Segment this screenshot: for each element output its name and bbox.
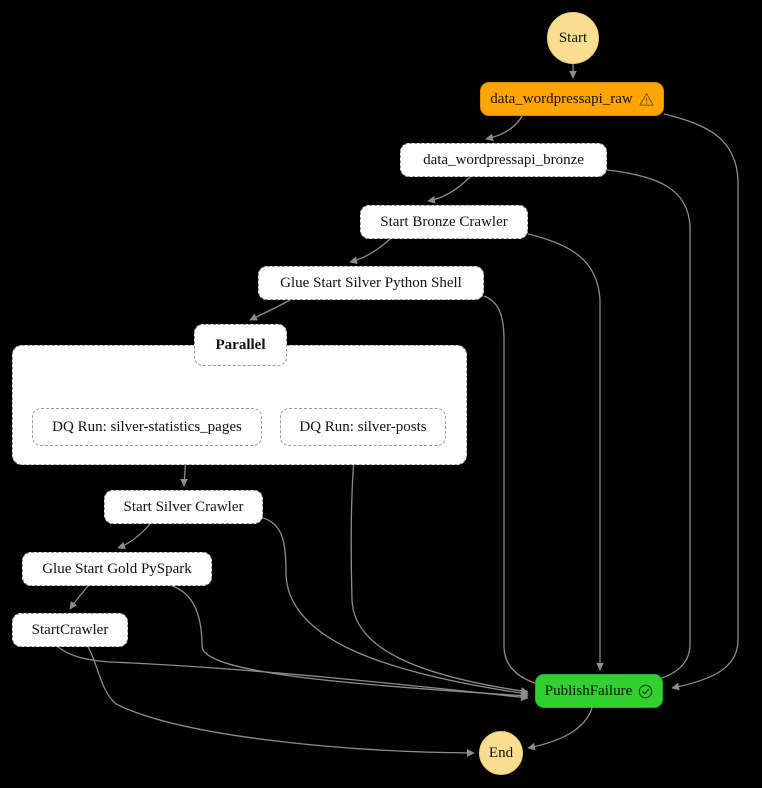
edge-silvercrawler-to-goldpyspark (117, 523, 151, 550)
node-dq_pages[interactable]: DQ Run: silver-statistics_pages (32, 408, 262, 446)
edge-bronze-to-publishfailure (606, 169, 691, 687)
node-label-publish_failure: PublishFailure (544, 682, 633, 699)
node-label-dq_posts: DQ Run: silver-posts (299, 418, 427, 435)
edge-startcrawler-to-end (87, 646, 475, 757)
node-label-end: End (488, 744, 514, 761)
node-start[interactable]: Start (547, 12, 599, 64)
node-label-bronze_crawler: Start Bronze Crawler (380, 213, 508, 230)
node-label-start_crawler: StartCrawler (31, 621, 109, 638)
edge-publishfailure-to-end (527, 707, 593, 751)
warning-triangle-icon (639, 92, 654, 107)
edge-raw-to-publishfailure (663, 113, 739, 691)
check-circle-icon (638, 684, 653, 699)
edge-bronzecrawler-to-silvershell (349, 238, 391, 265)
edge-silvershell-to-publishfailure (483, 295, 546, 689)
workflow-diagram-canvas: Start data_wordpressapi_raw data_wordpress… (0, 0, 762, 788)
edge-silvershell-to-parallel (249, 299, 291, 321)
node-publish_failure[interactable]: PublishFailure (535, 674, 663, 708)
node-bronze[interactable]: data_wordpressapi_bronze (400, 143, 607, 177)
node-silver_shell[interactable]: Glue Start Silver Python Shell (258, 266, 484, 300)
node-silver_crawler[interactable]: Start Silver Crawler (104, 490, 263, 524)
node-dq_posts[interactable]: DQ Run: silver-posts (280, 408, 446, 446)
node-label-bronze: data_wordpressapi_bronze (423, 151, 584, 168)
node-start_crawler[interactable]: StartCrawler (12, 613, 128, 647)
edge-silvercrawler-to-publishfailure (262, 517, 529, 697)
node-label-gold_pyspark: Glue Start Gold PySpark (42, 560, 192, 577)
node-label-parallel: Parallel (215, 336, 266, 353)
edge-startcrawler-to-publishfailure (57, 646, 529, 702)
node-label-start: Start (558, 29, 588, 46)
edge-bronze-to-bronzecrawler (427, 176, 471, 204)
edge-goldpyspark-to-publishfailure (171, 585, 529, 700)
node-bronze_crawler[interactable]: Start Bronze Crawler (360, 205, 528, 239)
node-label-silver_shell: Glue Start Silver Python Shell (280, 274, 462, 291)
node-label-dq_pages: DQ Run: silver-statistics_pages (52, 418, 242, 435)
edge-bronzecrawler-to-publishfailure (527, 233, 604, 671)
node-parallel[interactable]: Parallel (194, 324, 287, 366)
edge-dqposts-to-publishfailure (350, 445, 529, 695)
node-end[interactable]: End (479, 731, 523, 775)
edge-goldpyspark-to-startcrawler (69, 585, 89, 610)
node-gold_pyspark[interactable]: Glue Start Gold PySpark (22, 552, 212, 586)
node-raw[interactable]: data_wordpressapi_raw (480, 82, 664, 116)
node-label-silver_crawler: Start Silver Crawler (123, 498, 244, 515)
edge-raw-to-bronze (485, 115, 523, 142)
node-label-raw: data_wordpressapi_raw (490, 90, 633, 107)
